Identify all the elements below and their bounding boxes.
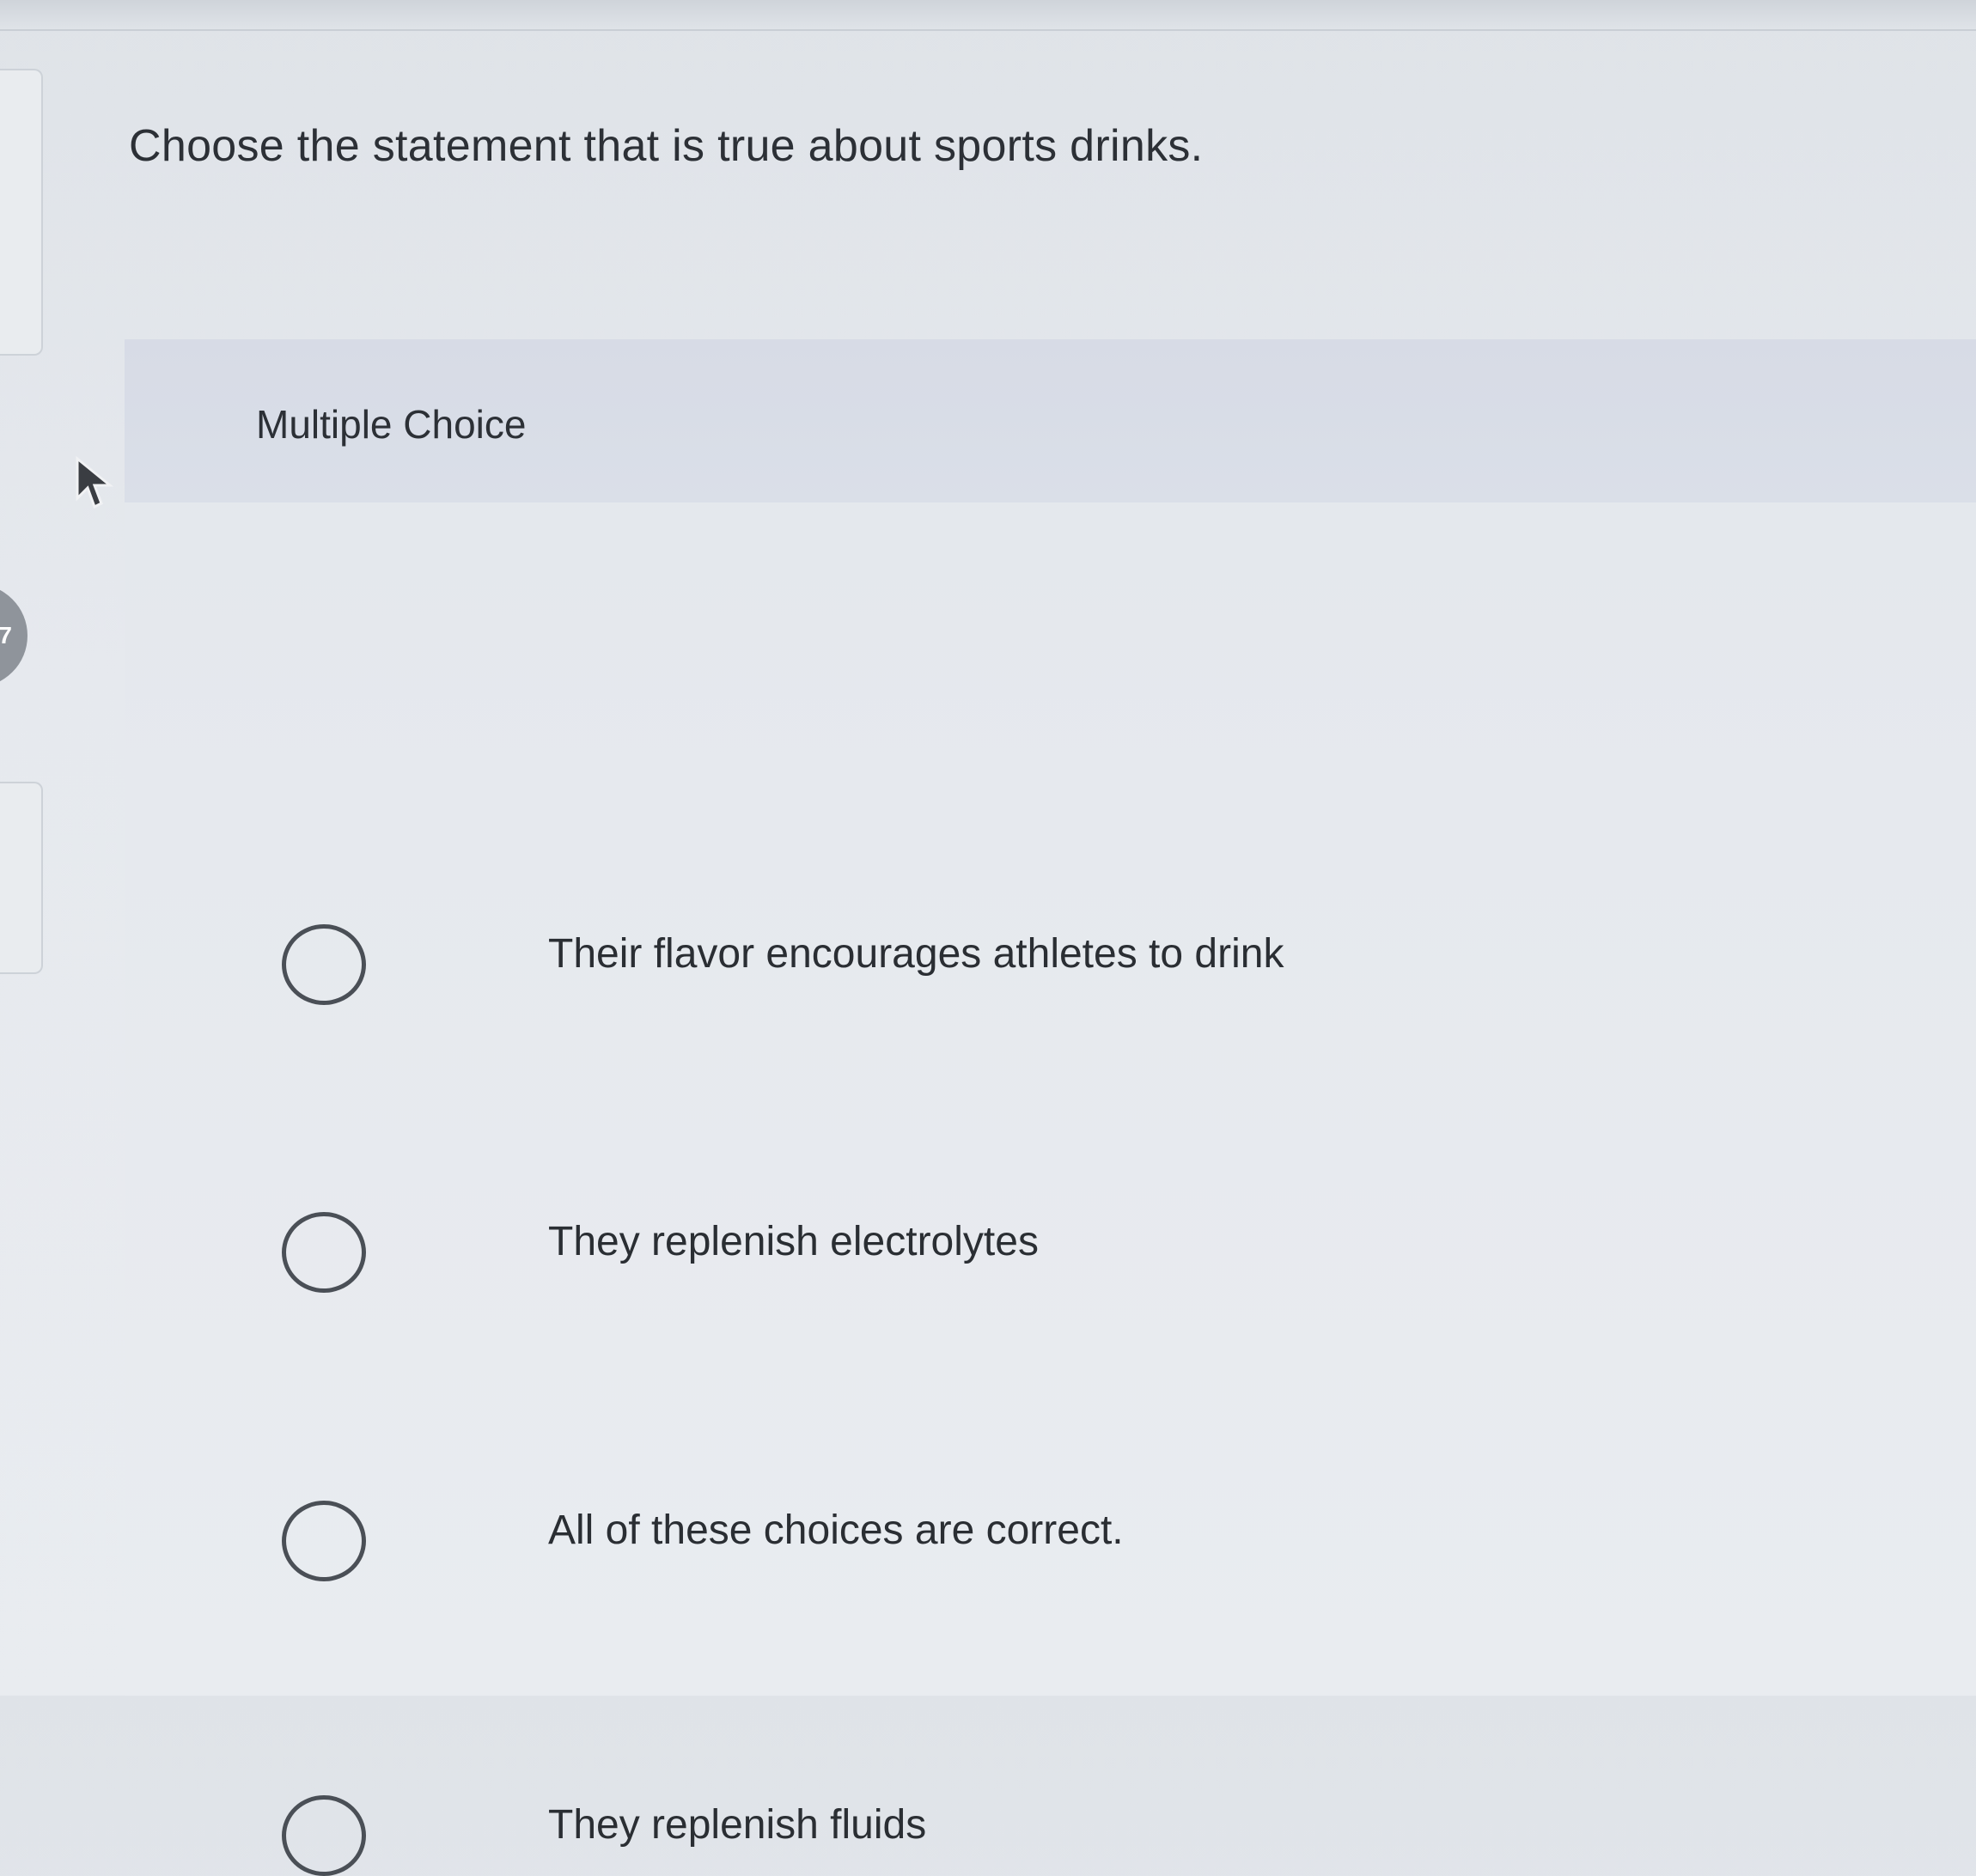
choice-option-3[interactable]: All of these choices are correct. <box>77 1232 1710 1581</box>
choice-option-4[interactable]: They replenish fluids <box>77 1526 1710 1876</box>
choice-label[interactable]: They replenish fluids <box>548 1801 926 1849</box>
choice-option-1[interactable]: Their flavor encourages athletes to drin… <box>77 655 1710 1005</box>
radio-button[interactable] <box>282 1795 366 1876</box>
choice-list: Their flavor encourages athletes to drin… <box>0 258 1851 1876</box>
top-edge <box>0 0 1976 31</box>
question-prompt: Choose the statement that is true about … <box>129 121 1204 171</box>
choice-option-2[interactable]: They replenish electrolytes <box>77 943 1710 1293</box>
